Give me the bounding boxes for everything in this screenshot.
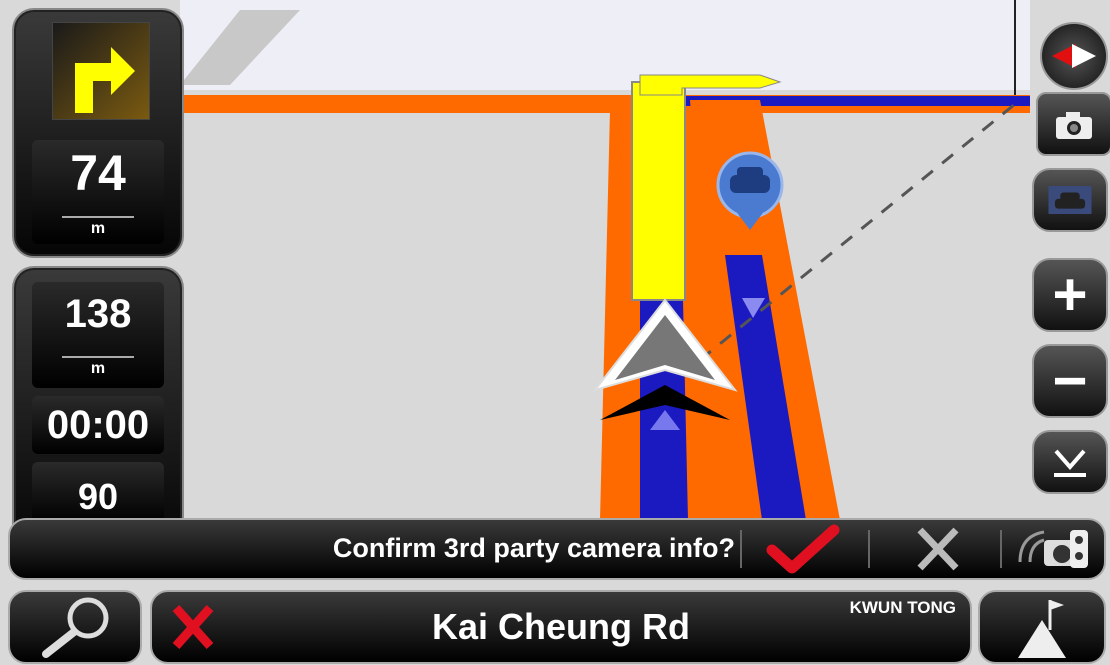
destination-button[interactable] [978,590,1106,664]
arrival-time: 00:00 [46,403,150,447]
remaining-distance: 138 [64,292,132,336]
vehicle-mode-button[interactable] [1032,168,1108,232]
camera-icon [1056,112,1092,139]
chevron-down-icon [1054,449,1086,477]
area-name: KWUN TONG [849,598,956,617]
close-icon [917,527,959,571]
confirm-button[interactable] [758,522,848,576]
checkmark-icon [766,524,840,574]
search-icon [42,597,109,658]
zoom-out-label: − [1052,347,1088,414]
maneuver-panel: 74 m [12,8,184,258]
car-icon [1048,186,1092,214]
collapse-button[interactable] [1032,430,1108,494]
camera-button[interactable] [1036,92,1110,156]
zoom-out-button[interactable]: − [1032,344,1108,418]
zoom-in-button[interactable]: + [1032,258,1108,332]
prompt-text: Confirm 3rd party camera info? [332,533,735,563]
remaining-distance-unit: m [90,360,106,377]
maneuver-distance: 74 [70,145,126,201]
camera-settings-button[interactable] [1010,522,1098,576]
maneuver-distance-unit: m [90,220,106,237]
street-name: Kai Cheung Rd [432,606,690,647]
turn-right-arrow-icon [52,22,150,120]
camera-confirm-bar: Confirm 3rd party camera info? [8,518,1106,580]
speed-camera-icon [1018,530,1088,568]
street-info-bar[interactable]: Kai Cheung Rd KWUN TONG [150,590,972,664]
compass-icon [1052,44,1096,68]
cancel-button[interactable] [898,522,978,576]
route-line [631,81,686,301]
search-button[interactable] [8,590,142,664]
compass-button[interactable] [1040,22,1108,90]
zoom-in-label: + [1052,261,1088,328]
trip-info-panel: 138 m 00:00 90 [12,266,184,548]
destination-flag-icon [1018,600,1066,658]
